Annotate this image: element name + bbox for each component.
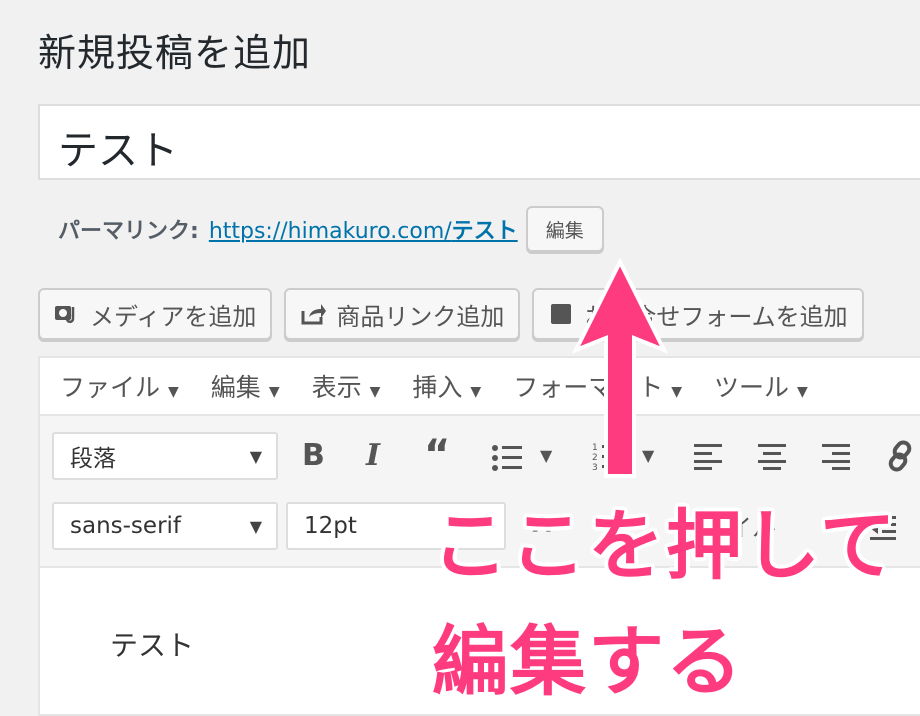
permalink-url-slug: テスト [451,219,518,244]
post-title-field[interactable]: テスト [38,104,920,180]
italic-icon[interactable]: I [366,438,380,473]
chevron-down-icon: ▼ [249,516,262,536]
permalink-row: パーマリンク: https://himakuro.com/テスト 編集 [58,206,604,252]
link-icon[interactable] [886,440,916,476]
chevron-down-icon: ▼ [168,384,179,400]
permalink-label: パーマリンク: [58,219,199,244]
menu-view[interactable]: 表示 ▼ [312,368,381,404]
chevron-down-icon: ▼ [249,446,262,466]
menu-tools[interactable]: ツール ▼ [714,368,808,404]
post-title-value[interactable]: テスト [58,118,178,176]
chevron-down-icon: ▼ [671,384,682,400]
permalink-url-prefix: https://himakuro.com/ [208,219,452,244]
add-product-link-label: 商品リンク追加 [336,302,505,331]
chevron-down-icon: ▼ [268,384,280,400]
menu-file[interactable]: ファイル ▼ [60,368,179,404]
annotation-line-1: ここを押して [432,501,898,590]
blockquote-icon[interactable]: “ [424,432,450,478]
format-select-value: 段落 [70,446,116,472]
bullet-list-icon[interactable] [492,444,522,476]
annotation-line-2: 編集する [432,617,744,706]
bold-icon[interactable]: B [302,438,325,473]
media-buttons: メディアを追加 商品リンク追加 お問合せフォームを追加 [38,288,864,340]
chevron-down-icon: ▼ [369,384,381,400]
media-icon [54,301,80,327]
format-select[interactable]: 段落 ▼ [52,432,278,480]
annotation-arrow [572,258,668,478]
align-right-icon[interactable] [822,444,850,474]
form-icon [548,301,574,327]
font-size-select-value: 12pt [304,513,357,539]
chevron-down-icon: ▼ [797,384,808,400]
permalink-edit-button[interactable]: 編集 [525,206,604,252]
add-media-button[interactable]: メディアを追加 [38,288,273,340]
font-family-select-value: sans-serif [70,513,182,539]
page-title: 新規投稿を追加 [38,31,312,75]
add-media-label: メディアを追加 [90,302,257,331]
font-family-select[interactable]: sans-serif ▼ [52,502,278,550]
menu-insert[interactable]: 挿入 ▼ [412,368,481,404]
permalink-link[interactable]: https://himakuro.com/テスト [209,213,518,245]
menu-edit[interactable]: 編集 ▼ [211,368,280,404]
add-product-link-button[interactable]: 商品リンク追加 [284,288,521,340]
editor-menubar: ファイル ▼ 編集 ▼ 表示 ▼ 挿入 ▼ フォーマット ▼ ツール ▼ [40,358,920,416]
chevron-down-icon[interactable]: ▼ [540,446,552,465]
share-icon [300,301,327,327]
chevron-down-icon: ▼ [470,384,482,400]
align-left-icon[interactable] [694,444,722,474]
editor-content[interactable]: テスト [110,624,194,664]
align-center-icon[interactable] [758,444,786,474]
